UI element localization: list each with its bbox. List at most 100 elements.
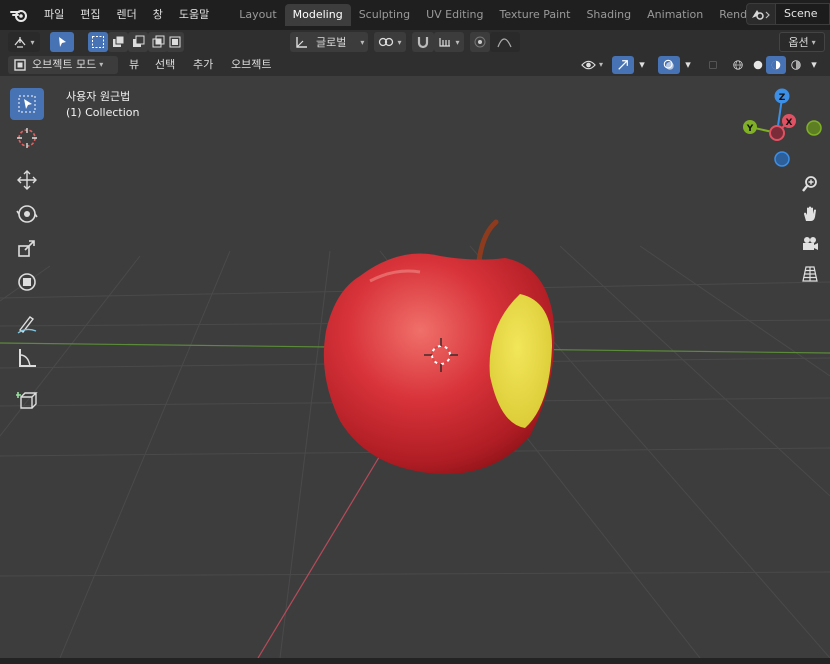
select-tool-button[interactable] xyxy=(50,32,74,52)
tool-annotate[interactable] xyxy=(10,308,44,340)
pan-button[interactable] xyxy=(798,202,822,226)
xray-toggle-button[interactable] xyxy=(704,56,722,74)
gizmo-z-label: Z xyxy=(779,93,786,103)
pivot-point-dropdown[interactable]: ▾ xyxy=(374,32,406,52)
overlays-toggle-button[interactable] xyxy=(658,56,680,74)
solid-sphere-icon xyxy=(753,60,763,70)
shading-rendered-button[interactable] xyxy=(786,56,806,74)
transform-orientation-dropdown[interactable]: 글로벌 ▾ xyxy=(290,32,368,52)
rotate-icon xyxy=(16,205,38,223)
select-box-icon xyxy=(92,36,104,48)
zoom-button[interactable] xyxy=(798,172,822,196)
top-menu-bar: 파일 편집 렌더 창 도움말 Layout Modeling Sculpting… xyxy=(0,0,830,30)
magnifier-plus-icon xyxy=(802,176,817,192)
camera-view-button[interactable] xyxy=(798,232,822,256)
gizmo-toggle-button[interactable] xyxy=(612,56,634,74)
scene-browse-button[interactable] xyxy=(746,3,776,25)
proportional-dot-icon xyxy=(474,36,486,48)
select-subtract-button[interactable] xyxy=(128,32,148,52)
pencil-icon xyxy=(17,316,37,334)
menu-window[interactable]: 창 xyxy=(145,0,171,30)
xray-icon xyxy=(709,61,717,69)
global-axes-icon xyxy=(296,37,307,48)
tab-layout[interactable]: Layout xyxy=(231,4,284,26)
blender-logo-icon[interactable] xyxy=(8,4,30,26)
editor-type-button[interactable]: ▾ xyxy=(8,32,40,52)
menu-file[interactable]: 파일 xyxy=(36,0,72,30)
menu-add[interactable]: 추가 xyxy=(188,56,218,74)
transform-orientation-label: 글로벌 xyxy=(316,36,347,49)
menu-edit[interactable]: 편집 xyxy=(72,0,108,30)
menu-render[interactable]: 렌더 xyxy=(109,0,145,30)
gizmo-dropdown[interactable]: ▾ xyxy=(634,56,650,74)
viewport-header: 오브젝트 모드 ▾ 뷰 선택 추가 오브젝트 ▾ ▾ ▾ ▾ xyxy=(0,54,830,76)
scale-icon xyxy=(18,240,35,257)
select-difference-button[interactable] xyxy=(148,32,168,52)
tool-measure[interactable] xyxy=(10,342,44,374)
shading-material-button[interactable] xyxy=(766,56,786,74)
perspective-label: 사용자 원근법 xyxy=(66,90,131,103)
hand-icon xyxy=(804,206,816,221)
perspective-toggle-button[interactable] xyxy=(798,262,822,286)
select-extend-button[interactable] xyxy=(108,32,128,52)
menu-object[interactable]: 오브젝트 xyxy=(226,56,276,74)
apple-object[interactable] xyxy=(323,219,555,475)
move-arrows-icon xyxy=(17,170,37,190)
menu-select[interactable]: 선택 xyxy=(150,56,180,74)
proportional-falloff-dropdown[interactable] xyxy=(490,32,520,52)
tool-settings-header: ▾ 글로벌 ▾ ▾ ▾ 옵션 ▾ xyxy=(0,30,830,54)
scene-icon xyxy=(752,10,770,20)
crosshair-cursor-icon xyxy=(17,128,37,148)
menu-view[interactable]: 뷰 xyxy=(124,56,144,74)
overlays-icon xyxy=(663,59,674,70)
options-dropdown[interactable]: 옵션 ▾ xyxy=(779,32,825,52)
tool-select-box[interactable] xyxy=(10,88,44,120)
select-intersect-button[interactable] xyxy=(166,32,184,52)
select-subtract-icon xyxy=(133,35,145,47)
tab-modeling[interactable]: Modeling xyxy=(284,4,351,26)
gizmo-x-label: X xyxy=(786,118,793,128)
shading-wireframe-button[interactable] xyxy=(728,56,748,74)
mode-dropdown[interactable]: 오브젝트 모드 ▾ xyxy=(8,56,118,74)
tab-uv-editing[interactable]: UV Editing xyxy=(418,4,491,26)
overlays-dropdown[interactable]: ▾ xyxy=(680,56,696,74)
tool-add-cube[interactable] xyxy=(10,384,44,416)
tab-animation[interactable]: Animation xyxy=(639,4,711,26)
3d-viewport[interactable]: Z X Y 사용자 원근법 (1) Collection xyxy=(0,76,830,658)
shading-dropdown[interactable]: ▾ xyxy=(806,56,822,74)
select-box-cursor-icon xyxy=(18,95,36,113)
tool-move[interactable] xyxy=(10,164,44,196)
snap-increment-icon xyxy=(439,38,451,47)
tool-scale[interactable] xyxy=(10,232,44,264)
rendered-sphere-icon xyxy=(791,60,801,70)
shading-solid-button[interactable] xyxy=(748,56,768,74)
tab-shading[interactable]: Shading xyxy=(578,4,639,26)
proportional-editing-button[interactable] xyxy=(470,32,490,52)
pivot-link-icon xyxy=(379,37,394,47)
select-new-button[interactable] xyxy=(88,32,108,52)
viewport-scene: Z X Y xyxy=(0,88,830,658)
material-sphere-icon xyxy=(771,60,781,70)
visibility-dropdown[interactable]: ▾ xyxy=(576,56,608,74)
snap-toggle-button[interactable] xyxy=(412,32,434,52)
snap-target-dropdown[interactable]: ▾ xyxy=(434,32,464,52)
select-difference-icon xyxy=(152,35,165,48)
tab-texture-paint[interactable]: Texture Paint xyxy=(491,4,578,26)
tool-rotate[interactable] xyxy=(10,198,44,230)
tool-cursor[interactable] xyxy=(10,122,44,154)
gizmo-arrows-icon xyxy=(618,60,628,70)
select-intersect-icon xyxy=(169,36,181,48)
add-cube-icon xyxy=(16,392,38,409)
scene-name-field[interactable]: Scene xyxy=(776,3,830,25)
menu-help[interactable]: 도움말 xyxy=(171,0,217,30)
tool-transform[interactable] xyxy=(10,266,44,298)
object-mode-icon xyxy=(14,59,26,71)
3d-viewport-icon xyxy=(14,37,26,48)
select-extend-icon xyxy=(113,35,125,47)
ruler-icon xyxy=(19,349,36,367)
magnet-icon xyxy=(417,37,429,49)
falloff-curve-icon xyxy=(497,38,512,48)
grid-perspective-icon xyxy=(802,266,818,282)
mode-label: 오브젝트 모드 xyxy=(32,58,97,71)
tab-sculpting[interactable]: Sculpting xyxy=(351,4,418,26)
